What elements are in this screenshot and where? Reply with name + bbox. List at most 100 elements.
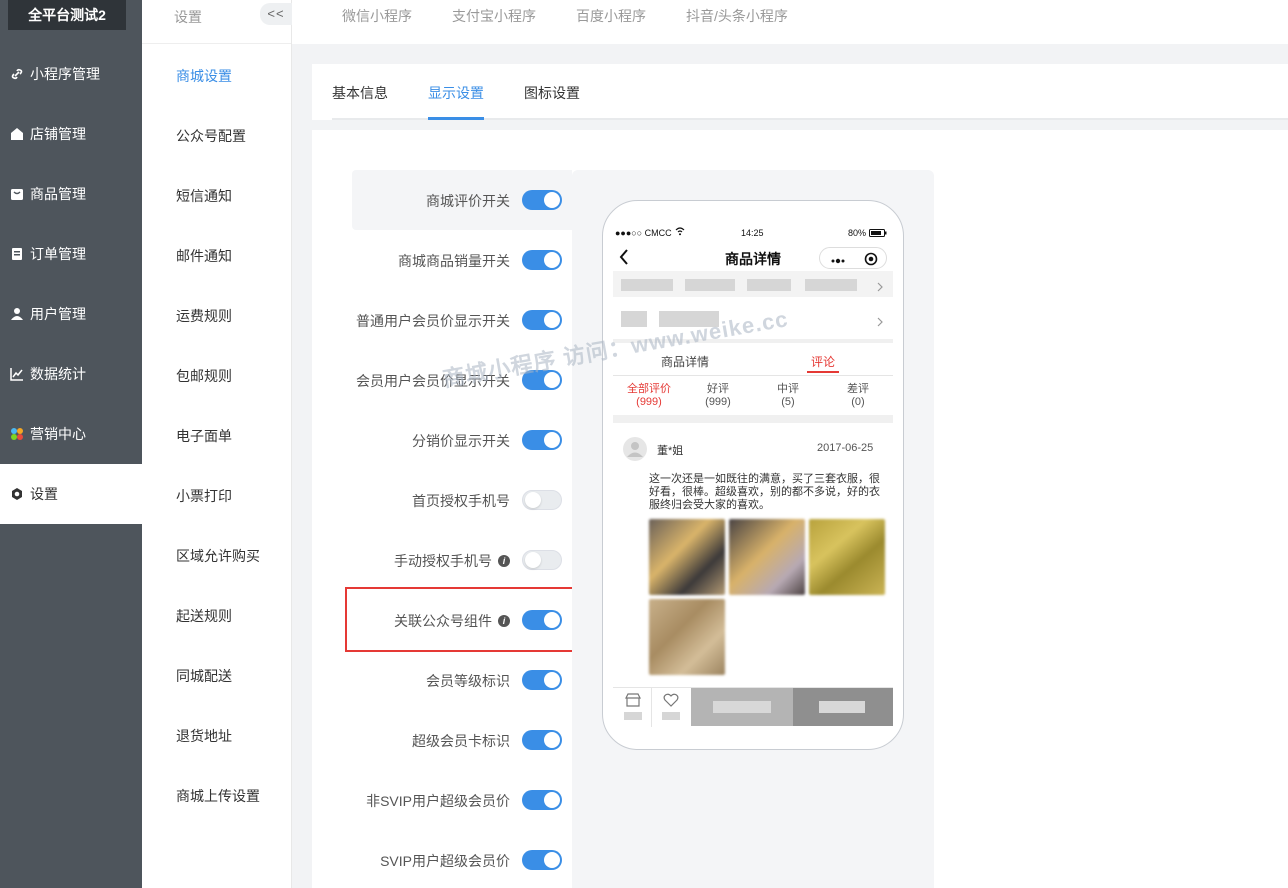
- phone-bottom-bar: [613, 687, 893, 727]
- close-capsule-icon[interactable]: [864, 252, 878, 271]
- content-tabs: 基本信息 显示设置 图标设置: [312, 64, 1288, 120]
- sidebar-item-miniprogram[interactable]: 小程序管理: [0, 44, 142, 104]
- sidebar-item-label: 设置: [30, 486, 58, 502]
- submenu-item-local-delivery[interactable]: 同城配送: [176, 666, 232, 686]
- filter-label: 好评: [707, 383, 729, 395]
- chart-icon: [10, 367, 24, 381]
- phone-tab-reviews[interactable]: 评论: [811, 353, 835, 370]
- review-photo[interactable]: [649, 519, 725, 595]
- placeholder-block: [805, 279, 857, 291]
- setting-label-text: 首页授权手机号: [412, 493, 510, 509]
- submenu-item-free-shipping[interactable]: 包邮规则: [176, 366, 232, 386]
- submenu-item-sms[interactable]: 短信通知: [176, 186, 232, 206]
- app-title[interactable]: 全平台测试2: [8, 0, 126, 30]
- setting-toggle[interactable]: [522, 850, 562, 870]
- highlight-box: [345, 587, 591, 652]
- submenu-item-mall-settings[interactable]: 商城设置: [176, 66, 232, 86]
- more-icon[interactable]: [830, 253, 846, 271]
- submenu-item-shipping-rules[interactable]: 运费规则: [176, 306, 232, 326]
- setting-label: 普通用户会员价显示开关: [356, 311, 510, 331]
- sidebar-item-users[interactable]: 用户管理: [0, 284, 142, 344]
- tab-alipay[interactable]: 支付宝小程序: [452, 6, 536, 26]
- store-icon[interactable]: [625, 693, 641, 712]
- carrier-text: ●●●○○ CMCC: [615, 228, 672, 238]
- review-text: 这一次还是一如既往的满意，买了三套衣服，很好看，很棒。超级喜欢，别的都不多说，好…: [649, 473, 880, 511]
- setting-row: 普通用户会员价显示开关: [352, 290, 572, 350]
- setting-toggle[interactable]: [522, 670, 562, 690]
- tab-divider: [613, 375, 893, 376]
- setting-label: 非SVIP用户超级会员价: [366, 791, 510, 811]
- filter-label: 全部评价: [627, 383, 671, 395]
- sidebar-item-marketing[interactable]: 营销中心: [0, 404, 142, 464]
- placeholder-block: [685, 279, 735, 291]
- collapse-button[interactable]: <<: [260, 3, 292, 25]
- setting-row: 非SVIP用户超级会员价: [352, 770, 572, 830]
- placeholder-block: [713, 701, 771, 713]
- filter-negative[interactable]: 差评 (0): [831, 383, 885, 409]
- submenu-item-receipt-print[interactable]: 小票打印: [176, 486, 232, 506]
- link-icon: [10, 67, 24, 81]
- setting-label-text: 手动授权手机号: [394, 553, 492, 569]
- battery-text: 80%: [848, 228, 867, 238]
- review-photo[interactable]: [729, 519, 805, 595]
- avatar: [623, 437, 647, 466]
- store-icon: [10, 127, 24, 141]
- tab-douyin[interactable]: 抖音/头条小程序: [686, 6, 788, 26]
- submenu-item-return-address[interactable]: 退货地址: [176, 726, 232, 746]
- sidebar-item-stats[interactable]: 数据统计: [0, 344, 142, 404]
- setting-row: 首页授权手机号: [352, 470, 572, 530]
- submenu-item-email[interactable]: 邮件通知: [176, 246, 232, 266]
- review-photo[interactable]: [809, 519, 885, 595]
- setting-toggle[interactable]: [522, 790, 562, 810]
- setting-toggle[interactable]: [522, 310, 562, 330]
- tab-display-settings[interactable]: 显示设置: [428, 83, 484, 103]
- main-sidebar: 全平台测试2 小程序管理 店铺管理 商品管理 订单管理 用户管理 数据统计 营销…: [0, 0, 142, 888]
- setting-label-text: 分销价显示开关: [412, 433, 510, 449]
- filter-count: (0): [851, 396, 865, 408]
- capsule-menu[interactable]: [819, 247, 887, 269]
- submenu-item-official-account[interactable]: 公众号配置: [176, 126, 246, 146]
- setting-toggle[interactable]: [522, 490, 562, 510]
- setting-row: 会员等级标识: [352, 650, 572, 710]
- setting-label-text: 会员等级标识: [426, 673, 510, 689]
- setting-toggle[interactable]: [522, 250, 562, 270]
- setting-row: 手动授权手机号 i: [352, 530, 572, 590]
- tab-baidu[interactable]: 百度小程序: [576, 6, 646, 26]
- sidebar-item-settings[interactable]: 设置: [0, 464, 142, 524]
- sidebar-item-store[interactable]: 店铺管理: [0, 104, 142, 164]
- setting-toggle[interactable]: [522, 550, 562, 570]
- phone-tab-underline: [807, 371, 839, 373]
- setting-row: 商城评价开关: [352, 170, 572, 230]
- tab-icon-settings[interactable]: 图标设置: [524, 83, 580, 103]
- setting-label: 商城评价开关: [426, 191, 510, 211]
- tab-basic-info[interactable]: 基本信息: [332, 83, 388, 103]
- submenu-item-region-purchase[interactable]: 区域允许购买: [176, 546, 260, 566]
- wifi-icon: [675, 227, 685, 238]
- heart-icon[interactable]: [663, 693, 679, 712]
- submenu-item-upload-settings[interactable]: 商城上传设置: [176, 786, 260, 806]
- setting-label-text: 非SVIP用户超级会员价: [366, 793, 510, 809]
- filter-positive[interactable]: 好评 (999): [689, 383, 747, 409]
- info-icon[interactable]: i: [498, 555, 510, 567]
- battery-icon: [869, 229, 887, 239]
- setting-toggle[interactable]: [522, 190, 562, 210]
- sidebar-item-orders[interactable]: 订单管理: [0, 224, 142, 284]
- submenu-item-e-waybill[interactable]: 电子面单: [176, 426, 232, 446]
- sidebar-item-label: 店铺管理: [30, 126, 86, 142]
- sidebar-item-label: 营销中心: [30, 426, 86, 442]
- setting-toggle[interactable]: [522, 730, 562, 750]
- setting-label: SVIP用户超级会员价: [380, 851, 510, 871]
- setting-label-text: 超级会员卡标识: [412, 733, 510, 749]
- review-username: 董*姐: [657, 445, 684, 457]
- sidebar-item-goods[interactable]: 商品管理: [0, 164, 142, 224]
- tab-wechat[interactable]: 微信小程序: [342, 6, 412, 26]
- filter-neutral[interactable]: 中评 (5): [761, 383, 815, 409]
- submenu-item-min-order[interactable]: 起送规则: [176, 606, 232, 626]
- sidebar-item-label: 商品管理: [30, 186, 86, 202]
- phone-tab-detail[interactable]: 商品详情: [661, 353, 709, 370]
- active-tab-indicator: [428, 117, 484, 120]
- chevron-right-icon: [877, 279, 883, 297]
- setting-toggle[interactable]: [522, 430, 562, 450]
- review-photo[interactable]: [649, 599, 725, 675]
- filter-all[interactable]: 全部评价 (999): [619, 383, 679, 409]
